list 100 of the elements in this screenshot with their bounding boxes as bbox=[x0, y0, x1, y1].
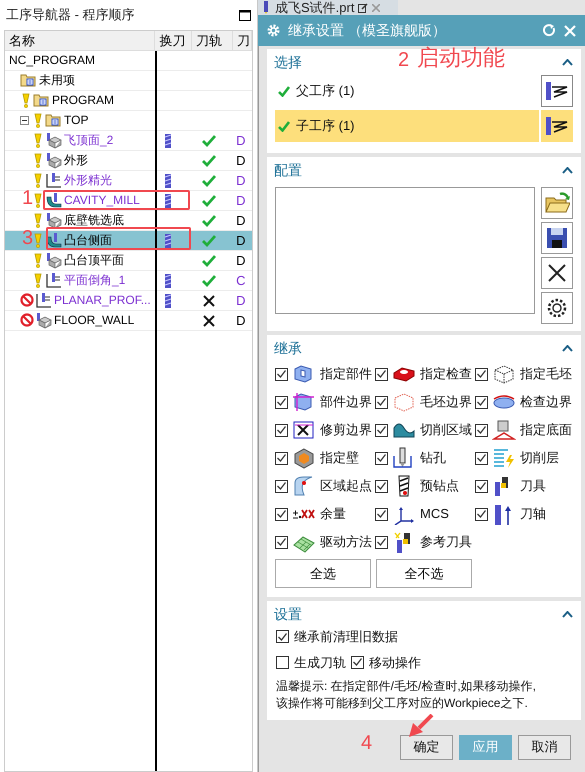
dialog-button[interactable]: 确定 bbox=[400, 734, 453, 760]
select-operation-button[interactable] bbox=[541, 110, 573, 142]
tree-row[interactable]: 未用项 bbox=[5, 71, 252, 91]
checkbox-label[interactable]: 生成刀轨 bbox=[294, 652, 346, 672]
checkbox-label[interactable]: 修剪边界 bbox=[320, 420, 372, 440]
checkbox[interactable] bbox=[275, 396, 288, 408]
tick-icon bbox=[477, 482, 486, 490]
checkbox[interactable] bbox=[275, 508, 288, 520]
checkbox-label[interactable]: 指定部件 bbox=[320, 364, 372, 384]
close-icon bbox=[372, 4, 380, 12]
table-cell-text: D bbox=[236, 152, 246, 170]
checkbox-label[interactable]: 指定壁 bbox=[320, 448, 359, 468]
checkbox-label[interactable]: 毛坯边界 bbox=[420, 392, 472, 412]
file-tab[interactable]: 成飞S试件.prt bbox=[258, 0, 398, 15]
operation-name: 底壁铣选底 bbox=[63, 213, 125, 228]
checkbox-label[interactable]: 切削区域 bbox=[420, 420, 472, 440]
checkbox-label[interactable]: 移动操作 bbox=[369, 652, 421, 672]
tree-row[interactable]: 底壁铣选底 D bbox=[5, 211, 252, 231]
checkbox-label[interactable]: 参考刀具 bbox=[420, 532, 472, 552]
column-header[interactable]: 刀轨 bbox=[192, 31, 233, 50]
checkbox-label[interactable]: 指定检查 bbox=[420, 364, 472, 384]
checkbox[interactable] bbox=[475, 480, 488, 492]
checkbox-label[interactable]: 区域起点 bbox=[320, 476, 372, 496]
operation-name: TOP bbox=[63, 113, 90, 128]
checkbox-label[interactable]: 指定底面 bbox=[520, 420, 572, 440]
operation-name: FLOOR_WALL bbox=[53, 313, 136, 328]
checkbox[interactable] bbox=[275, 536, 288, 548]
tick-icon bbox=[377, 370, 386, 378]
select-button[interactable]: 全选 bbox=[275, 559, 371, 588]
checkbox-label[interactable]: 钻孔 bbox=[420, 448, 446, 468]
checkbox[interactable] bbox=[375, 396, 388, 408]
table-cell-text: D bbox=[236, 312, 246, 330]
checkbox[interactable] bbox=[475, 508, 488, 520]
section-title[interactable]: 选择 bbox=[274, 52, 302, 72]
checkbox[interactable] bbox=[375, 508, 388, 520]
operation-name: 凸台侧面 bbox=[63, 233, 113, 248]
section-title[interactable]: 设置 bbox=[274, 604, 302, 624]
tree-row[interactable]: PROGRAM bbox=[5, 91, 252, 111]
checkbox[interactable] bbox=[375, 452, 388, 464]
trim-boundary-icon bbox=[292, 419, 316, 441]
config-list[interactable] bbox=[275, 187, 535, 314]
column-header[interactable]: 刀 bbox=[233, 31, 252, 50]
checkbox[interactable] bbox=[275, 480, 288, 492]
tree-row[interactable]: FLOOR_WALL D bbox=[5, 311, 252, 331]
checkbox-label[interactable]: 预钻点 bbox=[420, 476, 459, 496]
selection-row[interactable]: 子工序 (1) bbox=[275, 110, 539, 142]
checkbox[interactable] bbox=[475, 424, 488, 436]
checkbox[interactable] bbox=[276, 656, 289, 669]
column-header[interactable]: 换刀 bbox=[155, 31, 192, 50]
config-button[interactable] bbox=[541, 257, 573, 289]
checkbox[interactable] bbox=[276, 630, 289, 644]
maximize-icon bbox=[239, 10, 251, 20]
tree-row[interactable]: 外形精光 D bbox=[5, 171, 252, 191]
checkbox-label[interactable]: 刀具 bbox=[520, 476, 546, 496]
tree-row[interactable]: 凸台顶平面 D bbox=[5, 251, 252, 271]
checkbox[interactable] bbox=[375, 536, 388, 548]
operation-name: 凸台顶平面 bbox=[63, 253, 125, 268]
section-title[interactable]: 继承 bbox=[274, 338, 302, 358]
config-button[interactable] bbox=[541, 292, 573, 324]
tool-path-icon bbox=[545, 81, 569, 101]
collapse-toggle[interactable] bbox=[20, 116, 29, 125]
checkbox[interactable] bbox=[275, 452, 288, 464]
checkbox-label[interactable]: MCS bbox=[420, 504, 449, 524]
checkbox-label[interactable]: 切削层 bbox=[520, 448, 559, 468]
dialog-button[interactable]: 取消 bbox=[518, 734, 571, 760]
section-title[interactable]: 配置 bbox=[274, 160, 302, 180]
mill-operation-icon bbox=[35, 312, 52, 329]
tree-row[interactable]: TOP bbox=[5, 111, 252, 131]
checkbox[interactable] bbox=[475, 452, 488, 464]
folder-icon bbox=[45, 112, 62, 129]
checkbox[interactable] bbox=[375, 424, 388, 436]
config-button[interactable] bbox=[541, 222, 573, 254]
tree-row[interactable]: 平面倒角_1 C bbox=[5, 271, 252, 291]
checkbox[interactable] bbox=[275, 368, 288, 380]
tree-row[interactable]: PLANAR_PROF... D bbox=[5, 291, 252, 311]
checkbox[interactable] bbox=[475, 368, 488, 380]
checkbox-label[interactable]: 驱动方法 bbox=[320, 532, 372, 552]
checkbox[interactable] bbox=[375, 368, 388, 380]
tick-icon bbox=[353, 658, 362, 666]
tick-icon bbox=[477, 370, 486, 378]
tree-row[interactable]: 飞顶面_2 D bbox=[5, 131, 252, 151]
tree-row[interactable]: 外形 D bbox=[5, 151, 252, 171]
operation-name: CAVITY_MILL bbox=[63, 193, 141, 208]
checkbox-label[interactable]: 部件边界 bbox=[320, 392, 372, 412]
checkbox-label[interactable]: 余量 bbox=[320, 504, 346, 524]
checkbox[interactable] bbox=[275, 424, 288, 436]
tick-icon bbox=[477, 454, 486, 462]
dialog-title: 继承设置 （模圣旗舰版） bbox=[288, 21, 446, 40]
select-button[interactable]: 全不选 bbox=[376, 559, 472, 588]
checkbox-label[interactable]: 继承前清理旧数据 bbox=[294, 627, 398, 646]
column-header[interactable]: 名称 bbox=[5, 31, 156, 50]
checkbox[interactable] bbox=[351, 656, 364, 669]
checkbox-label[interactable]: 刀轴 bbox=[520, 504, 546, 524]
mill-operation-icon bbox=[45, 132, 62, 149]
checkbox[interactable] bbox=[475, 396, 488, 408]
select-operation-button[interactable] bbox=[541, 75, 573, 107]
tick-icon bbox=[277, 398, 286, 406]
checkbox[interactable] bbox=[375, 480, 388, 492]
checkbox-label[interactable]: 指定毛坯 bbox=[520, 364, 572, 384]
checkbox-label[interactable]: 检查边界 bbox=[520, 392, 572, 412]
